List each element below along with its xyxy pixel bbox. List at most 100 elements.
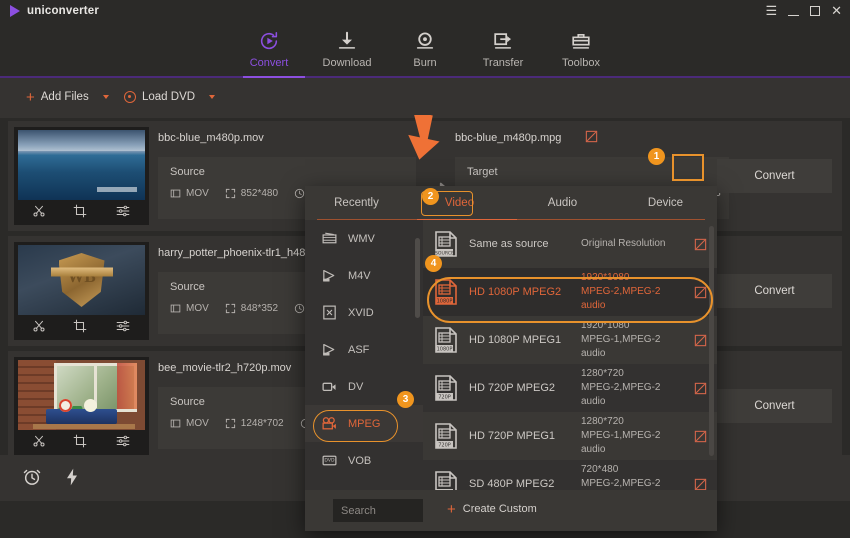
thumbnail-edit-tools [18,201,145,221]
effects-sliders-icon[interactable] [115,319,131,333]
crop-icon[interactable] [73,434,87,448]
dv-icon [322,382,336,392]
preset-480p-icon: 480P [423,470,469,490]
format-item-m4v[interactable]: M4V [305,257,423,294]
crop-icon[interactable] [73,319,87,333]
convert-button[interactable]: Convert [717,389,832,423]
format-item-asf[interactable]: ASF [305,331,423,368]
panel-body: WMV M4V XVID ASF DV MPEG DVD VOB SOURCE … [305,220,717,490]
format-list-scrollbar[interactable] [415,238,420,318]
video-thumbnail[interactable] [14,242,149,340]
effects-sliders-icon[interactable] [115,204,131,218]
warner-bros-thumbnail [18,245,145,315]
chevron-down-icon[interactable] [102,95,109,99]
nav-item-convert[interactable]: Convert [230,28,308,69]
load-dvd-button[interactable]: Load DVD [124,91,216,103]
effects-sliders-icon[interactable] [115,434,131,448]
nav-item-burn[interactable]: Burn [386,28,464,69]
create-custom-label: Create Custom [462,503,537,515]
preset-1080p-icon: 1080P [423,326,469,354]
svg-text:720P: 720P [438,395,451,401]
preset-desc: 1280*720 MPEG-2,MPEG-2 audio [581,368,661,407]
preset-same-as-source[interactable]: SOURCE Same as source Original Resolutio… [423,220,717,268]
nav-label: Burn [413,57,437,69]
thumbnail-edit-tools [18,431,145,451]
svg-text:1080P: 1080P [437,299,453,305]
preset-name: HD 1080P MPEG2 [469,286,562,298]
asf-icon [323,343,335,356]
preset-list-scrollbar[interactable] [709,226,714,456]
source-file-name: bee_movie-tlr2_h720p.mov [158,362,292,374]
tab-audio[interactable]: Audio [511,186,614,220]
preset-desc: Original Resolution [581,238,666,249]
plus-icon: + [26,88,35,106]
svg-text:720P: 720P [438,443,451,449]
trim-scissors-icon[interactable] [32,319,46,333]
source-file-name: bbc-blue_m480p.mov [158,132,264,144]
maximize-icon[interactable] [810,6,821,16]
source-format: MOV [170,303,209,314]
source-label: Source [170,396,205,408]
video-thumbnail[interactable] [14,127,149,225]
preset-name: Same as source [469,238,549,250]
preset-hd-720p-mpeg2[interactable]: 720P HD 720P MPEG2 1280*720 MPEG-2,MPEG-… [423,364,717,412]
wmv-icon [322,232,337,244]
nav-item-download[interactable]: Download [308,28,386,69]
preset-desc: 720*480 MPEG-2,MPEG-2 audio [581,464,661,489]
window-controls: ☰ ✕ [765,3,842,19]
nav-item-toolbox[interactable]: Toolbox [542,28,620,69]
edit-preset-icon[interactable] [683,478,717,491]
vob-icon: DVD [322,455,337,466]
chevron-down-icon[interactable] [209,95,216,99]
flower-window-thumbnail [18,360,145,430]
trim-scissors-icon[interactable] [32,204,46,218]
burn-icon [386,28,464,54]
alarm-clock-icon[interactable] [22,467,42,490]
preset-hd-1080p-mpeg1[interactable]: 1080P HD 1080P MPEG1 1920*1080 MPEG-1,MP… [423,316,717,364]
convert-button[interactable]: Convert [717,274,832,308]
target-label: Target [467,166,498,178]
preset-desc: 1920*1080 MPEG-2,MPEG-2 audio [581,272,661,311]
preset-list: SOURCE Same as source Original Resolutio… [423,220,717,490]
format-item-xvid[interactable]: XVID [305,294,423,331]
close-icon[interactable]: ✕ [831,3,842,19]
title-bar: uniconverter ☰ ✕ [0,0,850,24]
edit-target-name-icon[interactable] [585,130,598,146]
preset-hd-720p-mpeg1[interactable]: 720P HD 720P MPEG1 1280*720 MPEG-1,MPEG-… [423,412,717,460]
uniconverter-window: uniconverter ☰ ✕ Convert Download Burn T… [0,0,850,538]
add-files-button[interactable]: + Add Files [26,88,109,106]
tab-device[interactable]: Device [614,186,717,220]
trim-scissors-icon[interactable] [32,434,46,448]
preset-720p-icon: 720P [423,374,469,402]
tab-recently[interactable]: Recently [305,186,408,220]
hamburger-menu-icon[interactable]: ☰ [765,3,777,19]
preset-sd-480p-mpeg2[interactable]: 480P SD 480P MPEG2 720*480 MPEG-2,MPEG-2… [423,460,717,490]
source-preset-icon: SOURCE [423,230,469,258]
app-logo: uniconverter [10,5,99,17]
crop-icon[interactable] [73,204,87,218]
minimize-icon[interactable] [788,14,800,16]
play-triangle-icon [10,5,20,17]
convert-button[interactable]: Convert [717,159,832,193]
search-input[interactable] [333,499,423,522]
preset-name: SD 480P MPEG2 [469,478,555,490]
format-item-webm[interactable]: WEBM [305,479,423,490]
m4v-icon [323,269,335,282]
format-item-vob[interactable]: DVD VOB [305,442,423,479]
step-badge-3: 3 [397,391,414,408]
format-item-wmv[interactable]: WMV [305,220,423,257]
format-list: WMV M4V XVID ASF DV MPEG DVD VOB [305,220,423,490]
source-resolution: 848*352 [225,303,278,314]
create-custom-button[interactable]: + Create Custom [447,502,537,517]
video-thumbnail[interactable] [14,357,149,455]
main-nav: Convert Download Burn Transfer Toolbox [0,24,850,77]
nav-item-transfer[interactable]: Transfer [464,28,542,69]
thumbnail-edit-tools [18,316,145,336]
lightning-bolt-icon[interactable] [62,467,82,490]
source-resolution: 852*480 [225,188,278,199]
preset-hd-1080p-mpeg2[interactable]: 1080P HD 1080P MPEG2 1920*1080 MPEG-2,MP… [423,268,717,316]
preset-720p-icon: 720P [423,422,469,450]
convert-icon [230,28,308,54]
xvid-icon [323,305,336,320]
ocean-thumbnail [18,130,145,200]
